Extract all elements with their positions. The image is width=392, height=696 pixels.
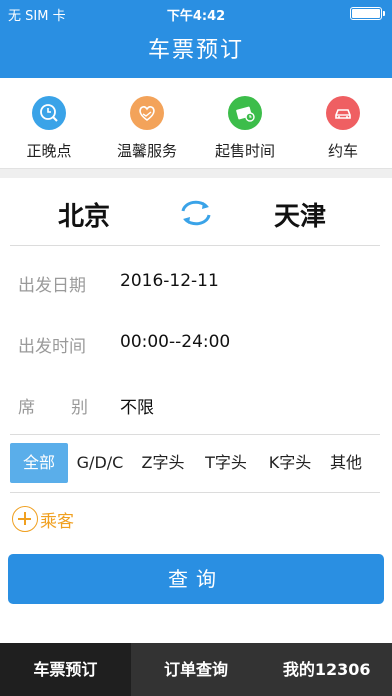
divider [10,245,380,246]
clock: 下午4:42 [166,9,226,24]
quick-links: 正晚点 温馨服务 起售时间 约车 [0,96,392,166]
quick-link-label: 温馨服务 [116,142,177,160]
seat-class-label: 席别 [18,393,88,418]
quick-link-label: 正晚点 [26,142,72,160]
add-passenger-button[interactable]: 乘客 [12,505,74,533]
to-station[interactable]: 天津 [274,196,326,233]
from-station[interactable]: 北京 [58,196,110,233]
quick-link-service[interactable]: 温馨服务 [98,96,196,166]
train-type-filter: 全部 G/D/C Z字头 T字头 K字头 其他 [10,442,382,484]
seat-class-row[interactable]: 席别 不限 [0,385,392,425]
tab-my-12306[interactable]: 我的12306 [261,643,392,696]
route-selector: 北京 天津 [0,178,392,246]
departure-time-row[interactable]: 出发时间 00:00--24:00 [0,324,392,364]
plus-circle-icon [12,506,38,532]
status-bar: 无 SIM 卡 下午4:42 [0,0,392,26]
handshake-heart-icon [130,96,164,130]
departure-time-label: 出发时间 [18,337,86,357]
divider [10,492,380,493]
quick-link-delay[interactable]: 正晚点 [0,96,98,166]
train-type-other[interactable]: 其他 [322,443,370,483]
train-type-k[interactable]: K字头 [258,443,322,483]
tab-ticket-booking[interactable]: 车票预订 [0,643,131,696]
quick-link-label: 起售时间 [214,142,275,160]
ticket-clock-icon [228,96,262,130]
train-type-all[interactable]: 全部 [10,443,68,483]
quick-link-sale-time[interactable]: 起售时间 [196,96,294,166]
quick-link-car[interactable]: 约车 [294,96,392,166]
departure-date-row[interactable]: 出发日期 2016-12-11 [0,263,392,303]
section-separator [0,168,392,178]
quick-link-label: 约车 [327,142,358,160]
bottom-tab-bar: 车票预订 订单查询 我的12306 [0,643,392,696]
clock-search-icon [32,96,66,130]
train-type-gdc[interactable]: G/D/C [68,443,132,483]
train-type-z[interactable]: Z字头 [132,443,194,483]
car-icon [326,96,360,130]
query-button[interactable]: 查询 [8,554,384,604]
departure-date-label: 出发日期 [18,276,86,296]
departure-time-value[interactable]: 00:00--24:00 [120,332,230,352]
passenger-label: 乘客 [40,511,74,532]
page-title: 车票预订 [0,26,392,78]
divider [10,434,380,435]
seat-class-value[interactable]: 不限 [120,393,154,418]
seat-label-char-1: 席 [18,398,35,418]
departure-date-value[interactable]: 2016-12-11 [120,271,219,291]
battery-icon [350,7,385,20]
seat-label-char-2: 别 [71,398,88,418]
train-type-t[interactable]: T字头 [194,443,258,483]
swap-arrows-icon[interactable] [177,198,215,228]
tab-order-query[interactable]: 订单查询 [131,643,262,696]
